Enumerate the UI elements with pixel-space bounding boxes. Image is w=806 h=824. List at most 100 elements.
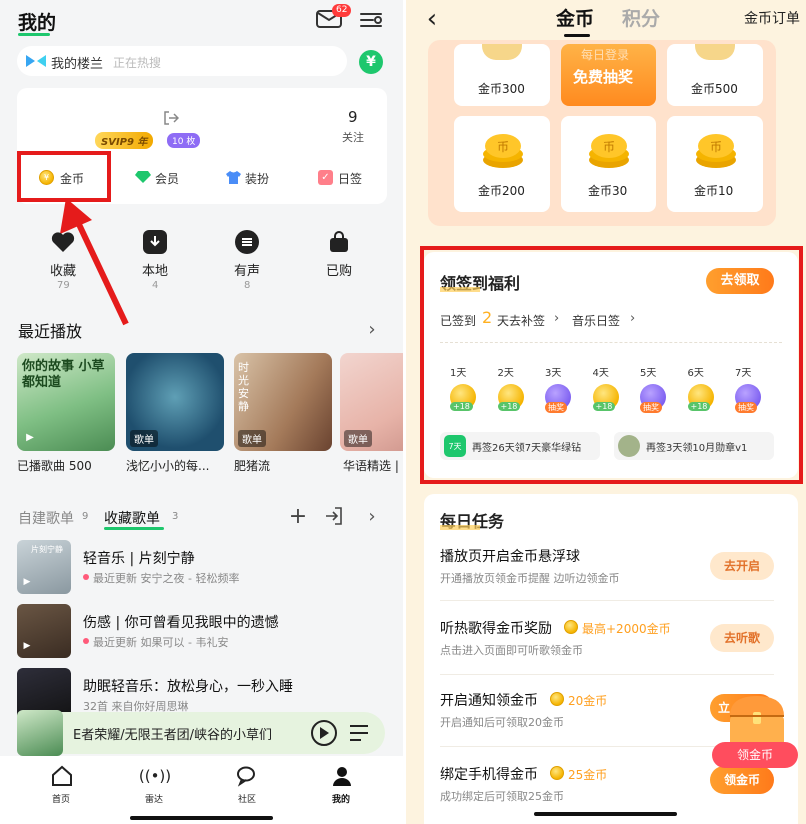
task-sub: 开启通知后可领取20金币 bbox=[440, 716, 564, 729]
diamond-icon bbox=[135, 169, 151, 185]
reward-label: 金币300 bbox=[478, 82, 525, 96]
quick-dressup-label: 装扮 bbox=[245, 172, 270, 186]
task-sub: 成功绑定后可领取25金币 bbox=[440, 790, 564, 803]
recent-caption: 肥猪流 bbox=[234, 459, 271, 473]
cover-art-text: 时光安静 bbox=[238, 361, 249, 413]
playlist-queue-icon[interactable] bbox=[348, 722, 370, 744]
task-divider bbox=[440, 674, 774, 675]
play-icon: ▶ bbox=[23, 577, 31, 587]
coin-icon bbox=[550, 766, 564, 780]
nav-bar: ‹ 金币 积分 金币订单 bbox=[406, 0, 806, 44]
task-sub: 开通播放页领金币提醒 边听边领金币 bbox=[440, 572, 620, 585]
quick-vip[interactable]: 会员 bbox=[135, 168, 205, 190]
add-icon[interactable]: + bbox=[288, 504, 308, 529]
tab-underline bbox=[104, 527, 164, 530]
quick-daily-sign[interactable]: ✓ 日签 bbox=[318, 168, 378, 190]
tab-label: 我的 bbox=[332, 795, 351, 805]
task-button[interactable]: 去开启 bbox=[710, 552, 774, 580]
reward-label: 金币200 bbox=[478, 184, 525, 198]
playlist-thumb: ▶ bbox=[17, 604, 71, 658]
coin-stack-icon: 币 bbox=[589, 134, 629, 168]
coin-stack-icon bbox=[482, 44, 522, 60]
coin-stack-icon: 币 bbox=[696, 134, 736, 168]
reward-card[interactable]: 金币300 bbox=[454, 44, 550, 106]
task-divider bbox=[440, 600, 774, 601]
page-title: 我的 bbox=[18, 12, 57, 34]
stat-favorites[interactable]: 收藏 79 bbox=[38, 228, 88, 298]
tab-mine[interactable]: 我的 bbox=[320, 764, 364, 806]
now-playing: E者荣耀/无限王者团/峡谷的小草们 bbox=[73, 728, 272, 743]
logout-icon[interactable] bbox=[162, 110, 180, 126]
tab-coins[interactable]: 金币 bbox=[556, 4, 594, 31]
reward-card[interactable]: 币 金币30 bbox=[561, 116, 656, 212]
coin-icon bbox=[564, 620, 578, 634]
floating-chest[interactable]: 领金币 bbox=[712, 692, 802, 772]
task-reward: 25金币 bbox=[568, 768, 608, 782]
tab-community[interactable]: 社区 bbox=[226, 764, 270, 806]
title-underline bbox=[18, 33, 50, 36]
task-button[interactable]: 去听歌 bbox=[710, 624, 774, 652]
reward-card[interactable]: 金币500 bbox=[667, 44, 763, 106]
chevron-right-icon[interactable]: › bbox=[364, 506, 380, 527]
search-placeholder: 我的楼兰 bbox=[51, 57, 104, 72]
reward-card-lottery[interactable]: 每日登录 免费抽奖 bbox=[561, 44, 656, 106]
player-cover bbox=[17, 710, 63, 756]
follow-label[interactable]: 关注 bbox=[342, 129, 364, 145]
stat-local[interactable]: 本地 4 bbox=[130, 228, 180, 298]
stat-audio[interactable]: 有声 8 bbox=[222, 228, 272, 298]
coin-orders-link[interactable]: 金币订单 bbox=[744, 8, 800, 28]
settings-menu-icon[interactable] bbox=[358, 10, 384, 30]
import-icon[interactable] bbox=[324, 506, 344, 526]
reward-card[interactable]: 币 金币200 bbox=[454, 116, 550, 212]
chevron-right-icon[interactable]: › bbox=[364, 319, 380, 340]
thumb-text: 片刻宁静 bbox=[31, 545, 63, 554]
yen-icon[interactable]: ¥ bbox=[359, 50, 383, 74]
search-bar[interactable]: 我的楼兰 正在热搜 bbox=[17, 46, 347, 76]
tab-home[interactable]: 首页 bbox=[40, 764, 84, 806]
playlist-thumb: 片刻宁静 ▶ bbox=[17, 540, 71, 594]
tab-count: 3 bbox=[172, 511, 179, 522]
radar-icon: ((•)) bbox=[138, 767, 172, 785]
tab-collected-playlists[interactable]: 收藏歌单 3 bbox=[104, 506, 204, 530]
tab-underline bbox=[564, 34, 590, 37]
right-screen: ‹ 金币 积分 金币订单 金币300 每日登录 免费抽奖 金币500 币 金币2… bbox=[406, 0, 806, 824]
cover-art: 时光安静 歌单 bbox=[234, 353, 332, 451]
recent-title: 最近播放 bbox=[18, 322, 83, 341]
stat-label: 收藏 bbox=[50, 264, 77, 279]
tab-created-playlists[interactable]: 自建歌单 9 bbox=[18, 506, 118, 528]
recent-item[interactable]: 你的故事 小草都知道 ▶ 已播歌曲 500 bbox=[17, 353, 117, 475]
playlist-sub: 最近更新 安宁之夜 - 轻松频率 bbox=[93, 572, 240, 585]
quick-dressup[interactable]: 装扮 bbox=[225, 168, 295, 190]
svg-text:币: 币 bbox=[497, 140, 509, 154]
recent-item[interactable]: 时光安静 歌单 肥猪流 bbox=[234, 353, 334, 475]
tab-radar[interactable]: ((•)) 雷达 bbox=[133, 764, 177, 806]
cover-art: 歌单 bbox=[126, 353, 224, 451]
checkbox-icon: ✓ bbox=[318, 170, 333, 185]
shopping-bag-icon bbox=[328, 230, 350, 254]
back-icon[interactable]: ‹ bbox=[422, 4, 442, 34]
tab-points[interactable]: 积分 bbox=[622, 4, 660, 31]
recent-caption: 华语精选 | bbox=[343, 459, 399, 473]
update-dot bbox=[83, 574, 89, 580]
reward-label: 金币30 bbox=[588, 184, 628, 198]
task-title: 听热歌得金币奖励 bbox=[440, 621, 552, 637]
play-button-icon[interactable] bbox=[311, 720, 337, 746]
title-highlight bbox=[440, 525, 480, 530]
chat-icon bbox=[236, 764, 260, 788]
update-dot bbox=[83, 638, 89, 644]
task-sub: 点击进入页面即可听歌领金币 bbox=[440, 644, 583, 657]
annotation-box bbox=[17, 151, 111, 202]
stat-purchased[interactable]: 已购 bbox=[314, 228, 364, 298]
playlist-title: 伤感 | 你可曾看见我眼中的遗憾 bbox=[83, 615, 279, 631]
cover-art: 歌单 bbox=[340, 353, 403, 451]
playlist-row[interactable]: 片刻宁静 ▶ 轻音乐 | 片刻宁静 最近更新 安宁之夜 - 轻松频率 bbox=[17, 540, 397, 595]
recent-item[interactable]: 歌单 华语精选 | bbox=[340, 353, 403, 475]
tab-label: 社区 bbox=[238, 795, 257, 805]
task-row: 听热歌得金币奖励 最高+2000金币 点击进入页面即可听歌领金币 去听歌 bbox=[440, 612, 790, 662]
tab-label: 自建歌单 bbox=[18, 511, 74, 527]
mini-player[interactable]: E者荣耀/无限王者团/峡谷的小草们 bbox=[17, 710, 385, 756]
recent-item[interactable]: 歌单 浅忆小小的每... bbox=[126, 353, 226, 475]
playlist-row[interactable]: ▶ 伤感 | 你可曾看见我眼中的遗憾 最近更新 如果可以 - 韦礼安 bbox=[17, 604, 397, 659]
reward-card[interactable]: 币 金币10 bbox=[667, 116, 763, 212]
bowtie-icon bbox=[25, 53, 47, 69]
